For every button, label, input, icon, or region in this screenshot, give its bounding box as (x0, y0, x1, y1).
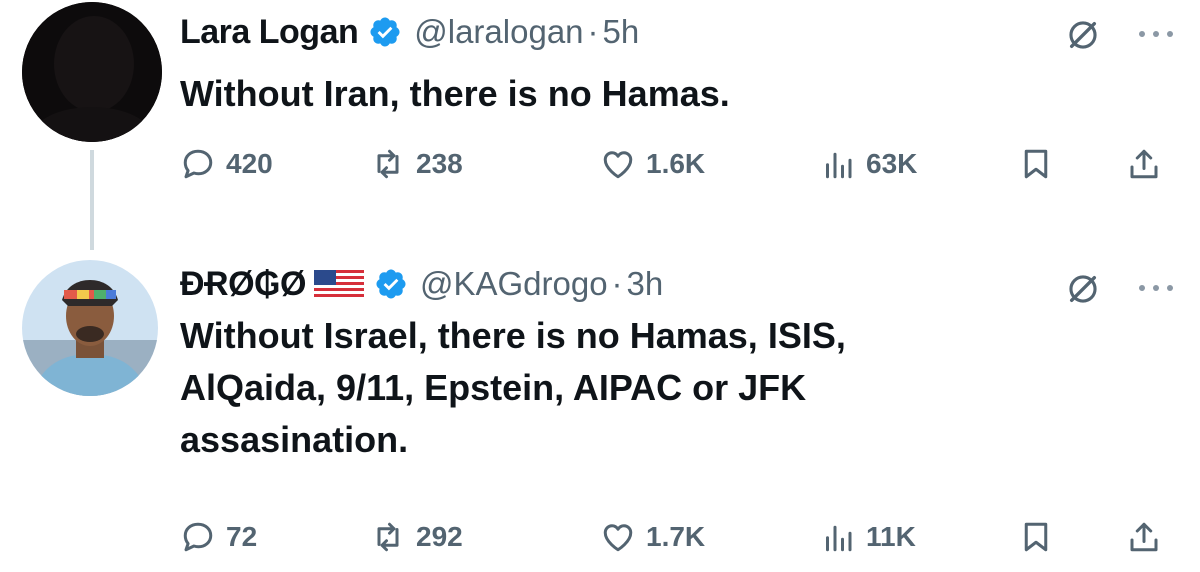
reply-button[interactable]: 420 (180, 140, 273, 188)
user-handle[interactable]: @KAGdrogo (420, 265, 608, 303)
retweet-button[interactable]: 292 (370, 513, 463, 561)
grok-icon[interactable] (1066, 18, 1100, 52)
views-count: 11K (866, 521, 916, 552)
retweet-icon (377, 522, 399, 552)
avatar-image (22, 2, 162, 142)
tweet[interactable]: ĐɌØ₲Ø @KAGdrogo · 3h Without Israel, the… (0, 248, 1200, 572)
avatar[interactable] (22, 260, 158, 396)
verified-badge-icon[interactable] (368, 15, 402, 49)
retweet-button[interactable]: 238 (370, 140, 463, 188)
like-icon (603, 524, 633, 552)
timestamp[interactable]: 3h (627, 265, 664, 303)
display-name[interactable]: ĐɌØ₲Ø (180, 265, 306, 304)
separator-dot: · (611, 265, 623, 302)
like-button[interactable]: 1.7K (600, 513, 705, 561)
views-count: 63K (866, 148, 918, 179)
tweet-text: Without Israel, there is no Hamas, ISIS,… (180, 315, 846, 460)
grok-icon[interactable] (1066, 272, 1100, 306)
bookmark-button[interactable] (1018, 140, 1054, 188)
more-icon[interactable] (1134, 282, 1178, 294)
share-button[interactable] (1126, 513, 1162, 561)
reply-icon (183, 522, 213, 552)
tweet-header: Lara Logan @laralogan · 5h (180, 8, 639, 56)
like-count: 1.7K (646, 521, 706, 552)
bookmark-icon (1024, 149, 1048, 179)
retweet-icon (377, 149, 399, 179)
like-button[interactable]: 1.6K (600, 140, 705, 188)
tweet-header: ĐɌØ₲Ø @KAGdrogo · 3h (180, 260, 663, 308)
tweet[interactable]: Lara Logan @laralogan · 5h Without Iran,… (0, 0, 1200, 250)
us-flag-icon (313, 270, 364, 298)
tweet-text: Without Iran, there is no Hamas. (180, 73, 730, 114)
avatar-image (22, 260, 158, 396)
views-icon (826, 525, 852, 552)
reply-count: 420 (226, 148, 273, 179)
retweet-count: 238 (416, 148, 463, 179)
views-button[interactable]: 63K (820, 140, 917, 188)
thread-connector (90, 150, 94, 250)
bookmark-icon (1024, 522, 1048, 552)
display-name[interactable]: Lara Logan (180, 13, 359, 52)
reply-button[interactable]: 72 (180, 513, 257, 561)
timestamp[interactable]: 5h (603, 13, 640, 51)
share-button[interactable] (1126, 140, 1162, 188)
bookmark-button[interactable] (1018, 513, 1054, 561)
avatar[interactable] (22, 2, 162, 142)
reply-icon (183, 149, 213, 179)
more-icon[interactable] (1134, 28, 1178, 40)
action-bar: 72 292 1.7K 11K (180, 513, 1180, 561)
share-icon (1130, 149, 1158, 179)
views-icon (826, 152, 852, 179)
like-count: 1.6K (646, 148, 706, 179)
user-handle[interactable]: @laralogan (414, 13, 583, 51)
share-icon (1130, 522, 1158, 552)
verified-badge-icon[interactable] (374, 267, 408, 301)
separator-dot: · (587, 13, 599, 50)
action-bar: 420 238 1.6K 63K (180, 140, 1180, 188)
like-icon (603, 151, 633, 179)
views-button[interactable]: 11K (820, 513, 916, 561)
reply-count: 72 (226, 521, 258, 552)
retweet-count: 292 (416, 521, 463, 552)
